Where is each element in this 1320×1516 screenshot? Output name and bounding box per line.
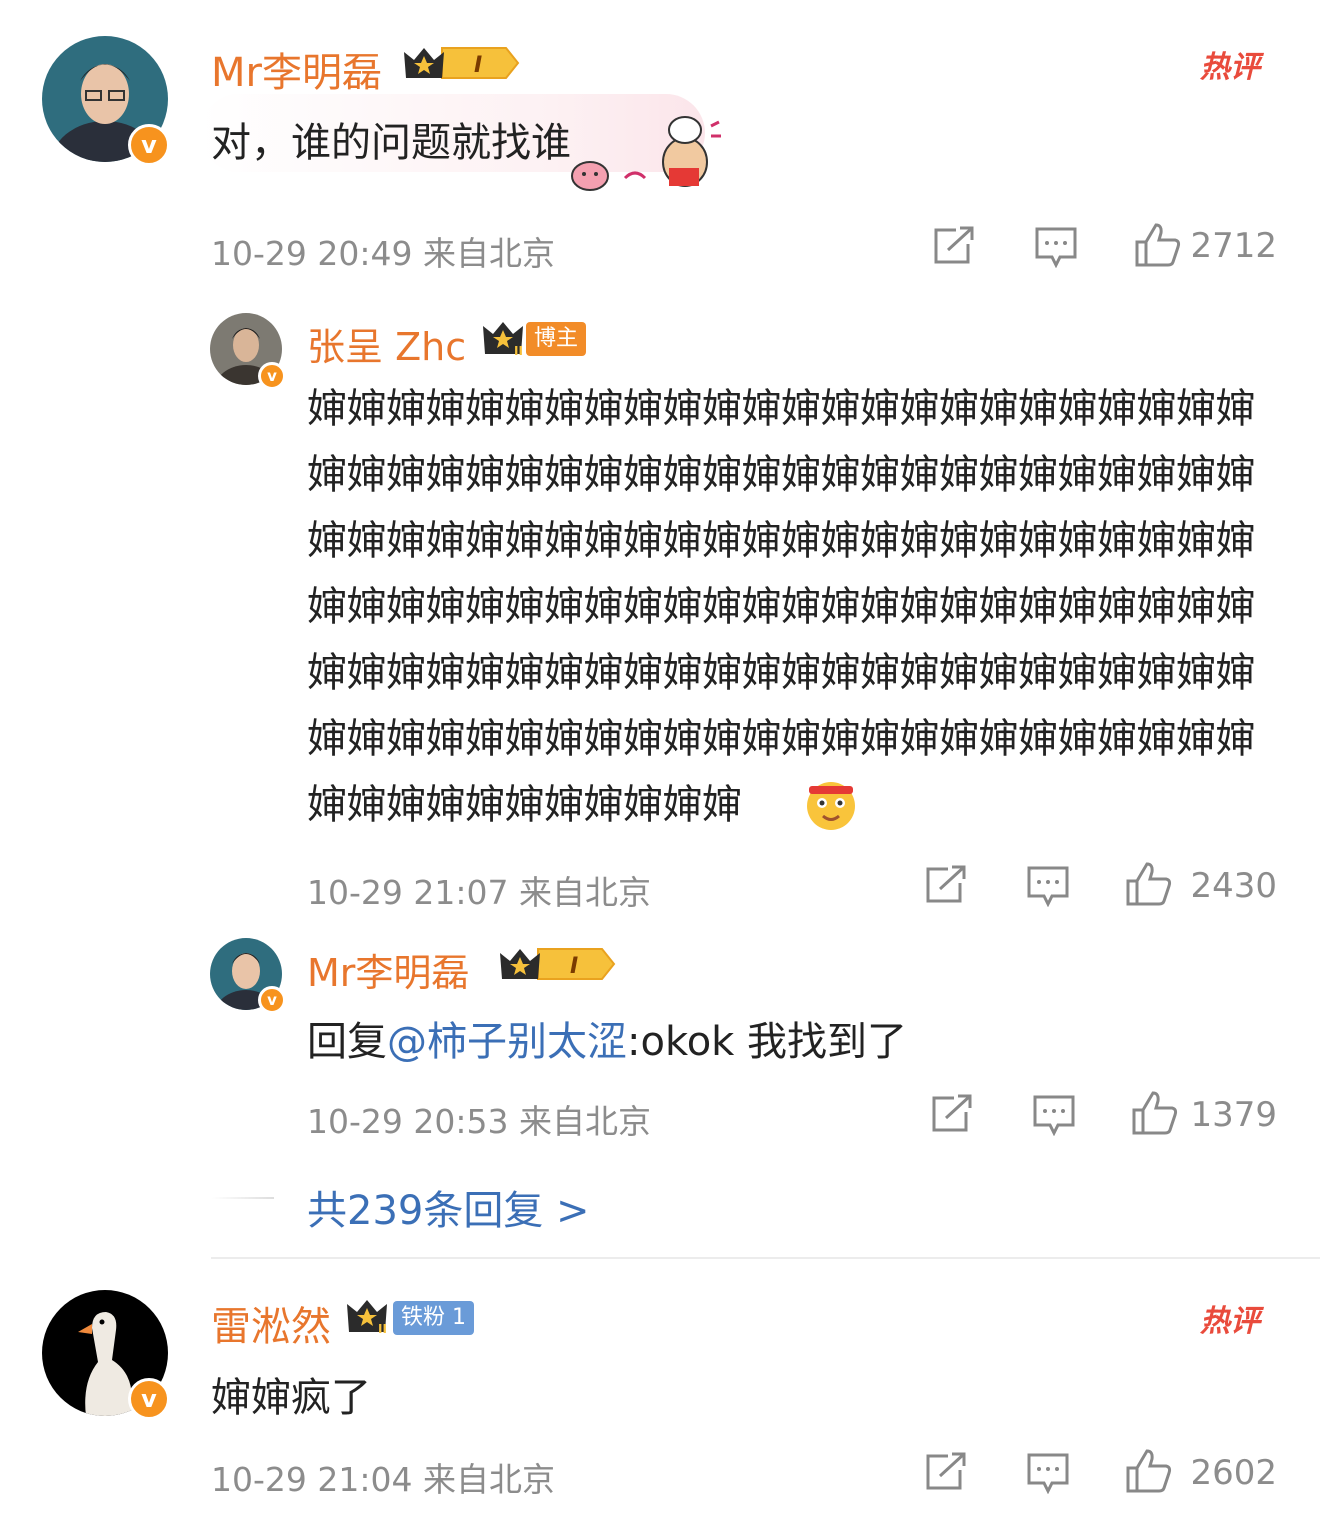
- mention-link[interactable]: @柿子别太涩: [387, 1019, 627, 1065]
- username[interactable]: 张呈 Zhc: [307, 316, 466, 371]
- crown-level-icon: II: [345, 1296, 397, 1340]
- like-icon[interactable]: [1125, 1448, 1173, 1498]
- share-icon[interactable]: [932, 226, 976, 270]
- comment-text: 婶婶疯了: [211, 1375, 371, 1421]
- username[interactable]: 雷淞然: [211, 1294, 331, 1352]
- hot-comment-badge: 热评: [1200, 1304, 1260, 1339]
- share-icon[interactable]: [924, 1452, 968, 1496]
- reply-text: 回复@柿子别太涩:okok 我找到了: [307, 1009, 907, 1067]
- divider: [212, 1197, 274, 1199]
- fan-badge: 铁粉 1: [393, 1301, 474, 1335]
- reply-content: :okok 我找到了: [627, 1019, 908, 1065]
- like-count: 1379: [1190, 1095, 1277, 1135]
- verified-icon: v: [128, 124, 170, 166]
- more-replies-link[interactable]: 共239条回复 >: [307, 1178, 590, 1236]
- comment-meta: 10-29 20:49 来自北京: [211, 234, 555, 273]
- verified-icon: v: [258, 986, 286, 1014]
- username[interactable]: Mr李明磊: [307, 942, 469, 997]
- like-icon[interactable]: [1134, 222, 1182, 272]
- level-text: II: [514, 344, 523, 358]
- crown-level-icon: I: [498, 943, 616, 989]
- like-icon[interactable]: [1131, 1090, 1179, 1140]
- reply-meta: 10-29 20:53 来自北京: [307, 1102, 651, 1141]
- reply-icon[interactable]: [1026, 865, 1070, 911]
- like-count: 2602: [1190, 1453, 1277, 1493]
- hot-comment-badge: 热评: [1200, 50, 1260, 85]
- verified-icon: v: [128, 1378, 170, 1420]
- reply-prefix: 回复: [307, 1019, 387, 1065]
- emoji-icon: [803, 776, 859, 836]
- crown-level-icon: I: [402, 42, 520, 88]
- share-icon[interactable]: [930, 1094, 974, 1138]
- verified-icon: v: [258, 362, 286, 390]
- reply-icon[interactable]: [1034, 226, 1078, 272]
- share-icon[interactable]: [924, 865, 968, 909]
- sticker-icon: [565, 112, 730, 200]
- reply-icon[interactable]: [1026, 1452, 1070, 1498]
- like-count: 2712: [1190, 226, 1277, 266]
- like-icon[interactable]: [1125, 861, 1173, 911]
- like-count: 2430: [1190, 866, 1277, 906]
- level-text: I: [570, 954, 578, 979]
- reply-meta: 10-29 21:07 来自北京: [307, 873, 651, 912]
- level-text: I: [474, 53, 482, 78]
- comment-text: 对，谁的问题就找谁: [211, 120, 571, 166]
- divider: [211, 1257, 1320, 1259]
- svg-text:II: II: [378, 1322, 387, 1336]
- comment-meta: 10-29 21:04 来自北京: [211, 1460, 555, 1499]
- reply-text: 婶婶婶婶婶婶婶婶婶婶婶婶婶婶婶婶婶婶婶婶婶婶婶婶婶婶婶婶婶婶婶婶婶婶婶婶婶婶婶婶…: [307, 386, 1256, 828]
- author-badge: 博主: [526, 322, 587, 356]
- reply-icon[interactable]: [1032, 1094, 1076, 1140]
- username[interactable]: Mr李明磊: [211, 40, 382, 98]
